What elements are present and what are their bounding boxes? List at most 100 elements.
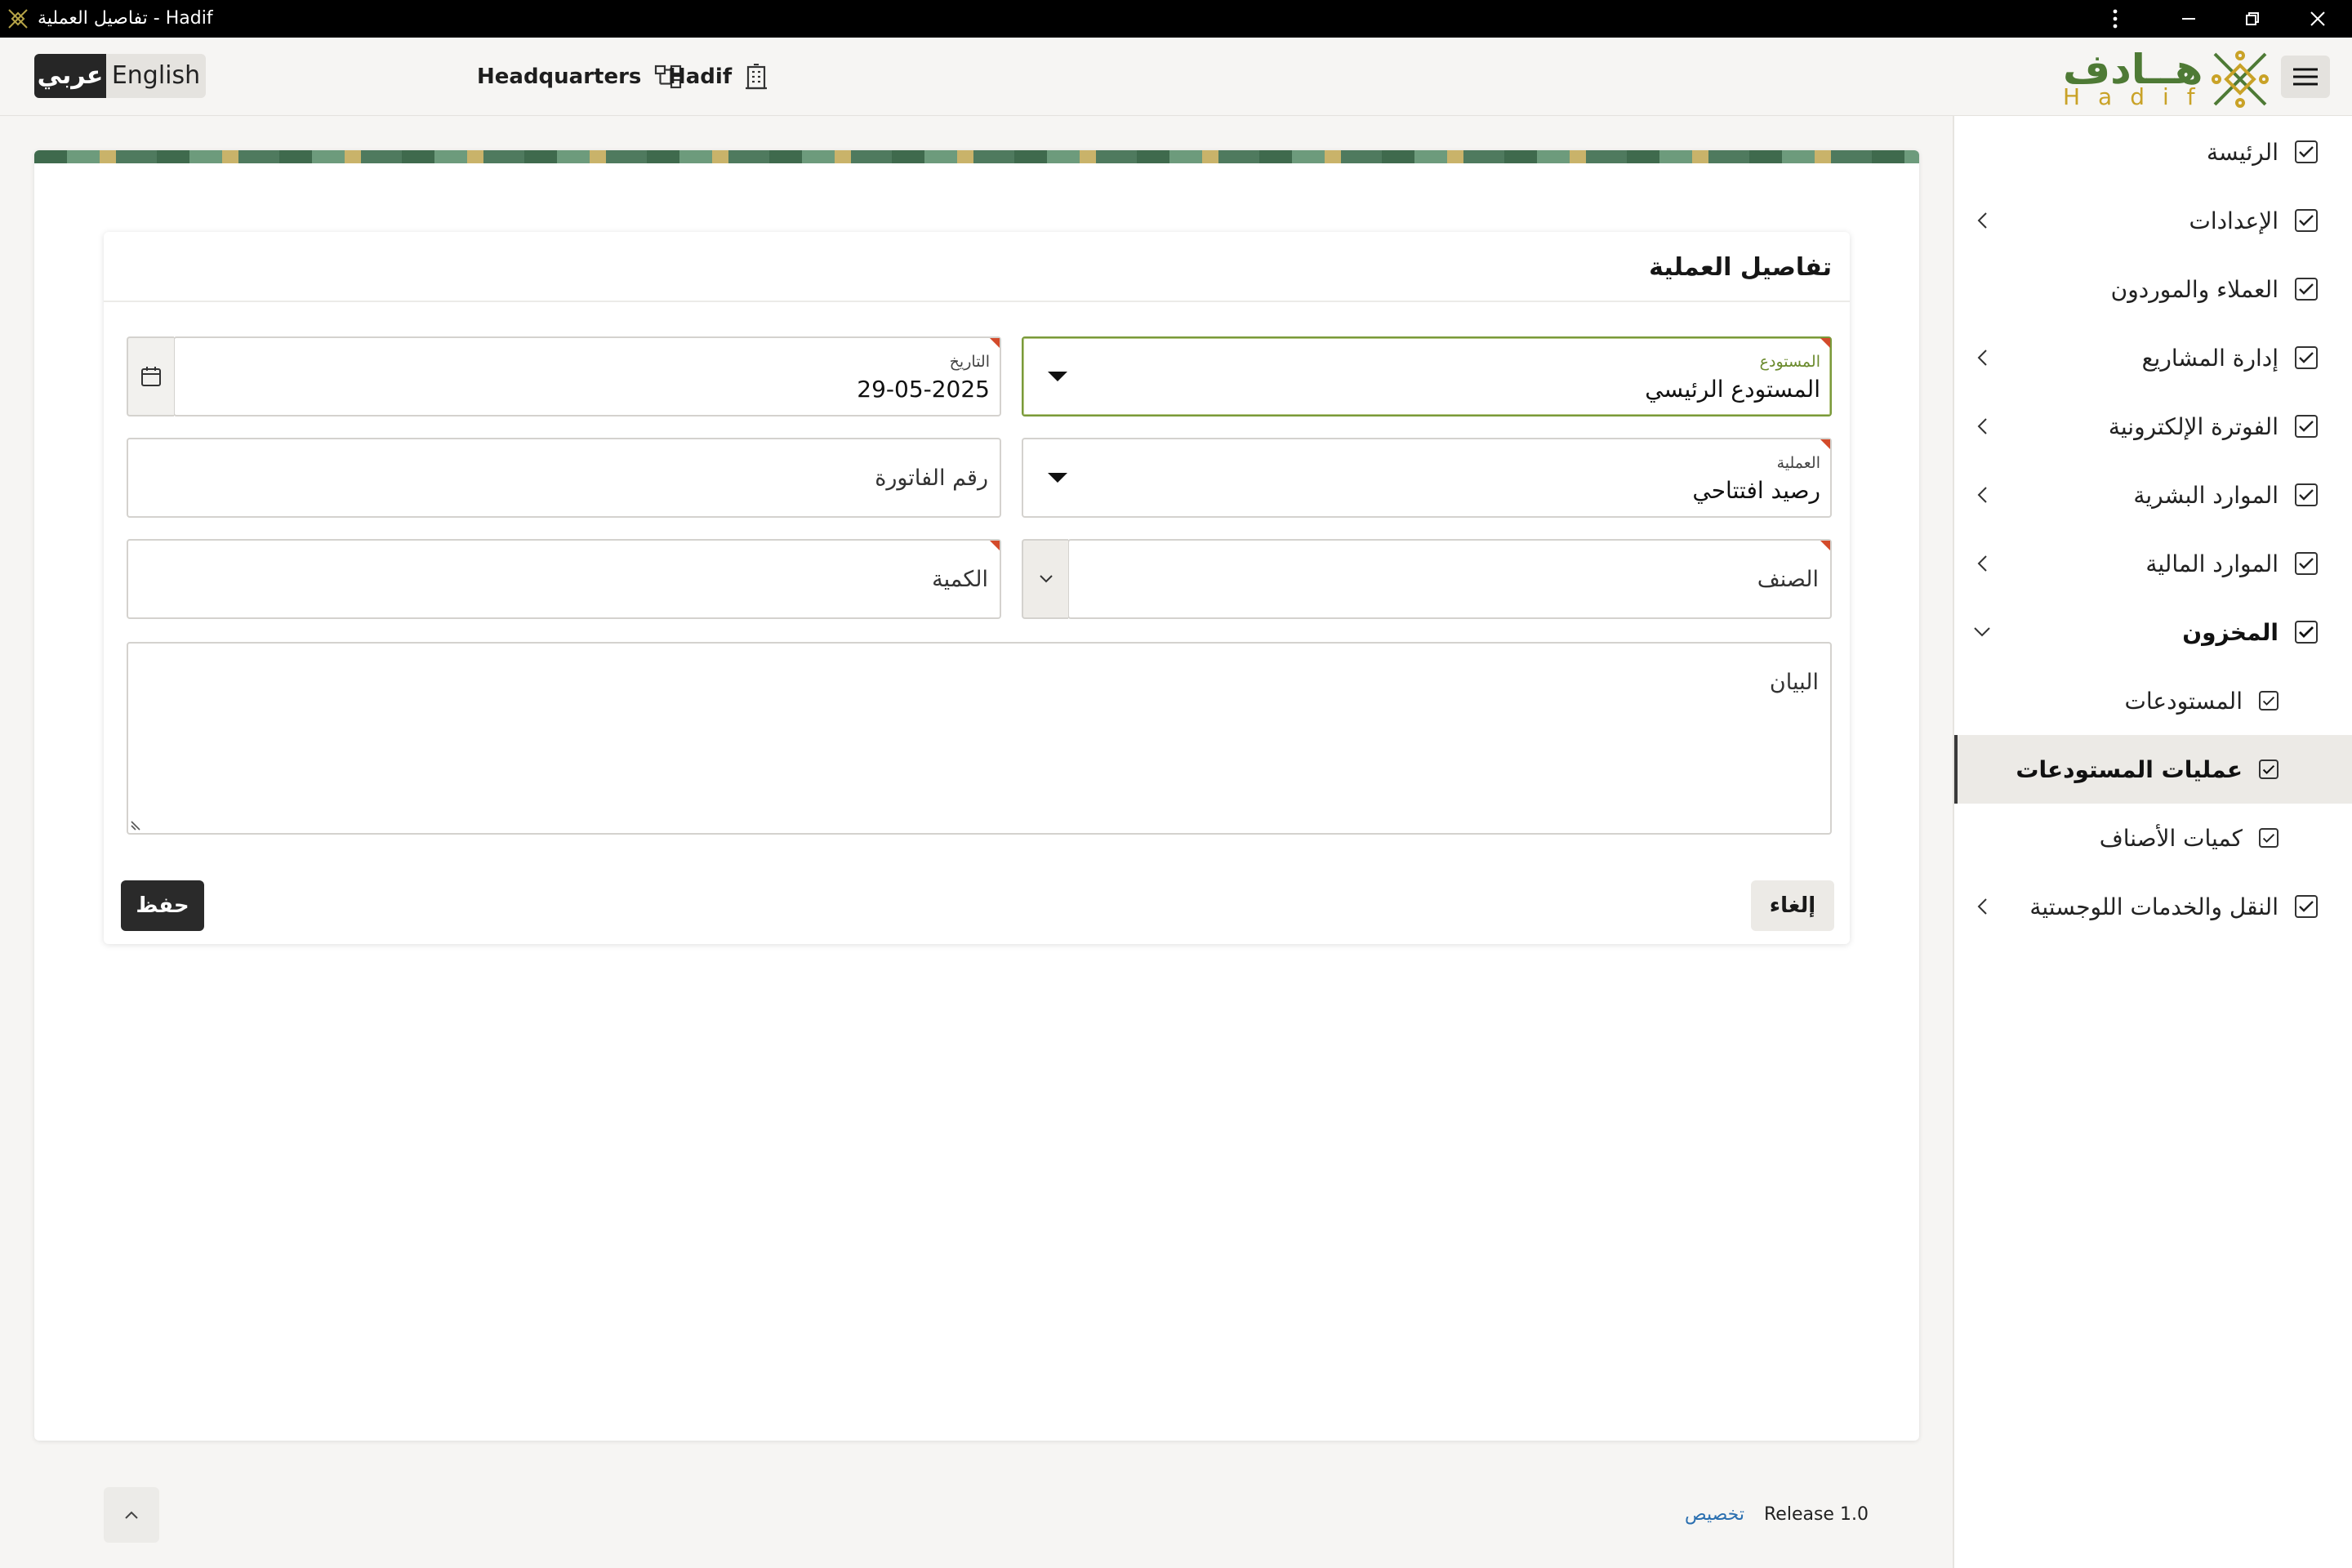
sidebar-item-label: كميات الأصناف xyxy=(2099,824,2243,852)
date-value: 29-05-2025 xyxy=(857,376,990,403)
language-switch: عربي English xyxy=(34,54,206,98)
save-button[interactable]: حفظ xyxy=(121,880,204,931)
building-icon xyxy=(746,64,768,90)
decorative-banner xyxy=(34,150,1919,163)
headquarters-selector[interactable]: Headquarters xyxy=(477,59,682,95)
sidebar-item-label: عمليات المستودعات xyxy=(2016,755,2243,783)
window-title-bar: تفاصيل العملية - Hadif xyxy=(0,0,2352,38)
warehouse-select[interactable]: المستودع المستودع الرئيسي xyxy=(1022,336,1832,416)
card-title: تفاصيل العملية xyxy=(1649,253,1832,282)
checkbox-icon xyxy=(2259,691,2278,710)
checkbox-icon xyxy=(2259,828,2278,848)
sidebar-item-inventory[interactable]: المخزون xyxy=(1954,598,2352,666)
sidebar-item-warehouses[interactable]: المستودعات xyxy=(1954,666,2352,735)
checkbox-icon xyxy=(2295,895,2318,918)
app-header: عربي English Headquarters Hadif هــادف H… xyxy=(0,38,2352,116)
more-options-button[interactable] xyxy=(2081,0,2149,38)
lang-arabic-button[interactable]: عربي xyxy=(34,54,106,98)
app-logo-icon xyxy=(8,9,28,29)
menu-icon xyxy=(2293,68,2318,86)
dropdown-arrow-icon xyxy=(1048,372,1067,381)
headquarters-label: Headquarters xyxy=(477,65,642,89)
sidebar-item-human-resources[interactable]: الموارد البشرية xyxy=(1954,461,2352,529)
item-placeholder: الصنف xyxy=(1757,566,1819,592)
description-placeholder: البيان xyxy=(1769,670,1819,695)
brand-logo: هــادف Hadif xyxy=(2058,46,2272,110)
restore-button[interactable] xyxy=(2218,0,2287,38)
checkbox-icon xyxy=(2295,140,2318,163)
sidebar-item-warehouse-operations[interactable]: عمليات المستودعات xyxy=(1954,735,2352,804)
chevron-down-icon xyxy=(1039,575,1053,583)
checkbox-icon xyxy=(2295,621,2318,644)
chevron-left-icon xyxy=(1969,413,1995,439)
operation-details-card: تفاصيل العملية المستودع المستودع الرئيسي… xyxy=(104,232,1850,944)
lang-english-button[interactable]: English xyxy=(106,54,206,98)
operation-select[interactable]: العملية رصيد افتتاحي xyxy=(1022,438,1832,518)
calendar-icon xyxy=(141,367,161,386)
checkbox-icon xyxy=(2295,209,2318,232)
calendar-button[interactable] xyxy=(127,336,174,416)
sidebar-item-label: المستودعات xyxy=(2124,687,2243,715)
brand-latin-text: Hadif xyxy=(2063,83,2213,110)
hamburger-menu-button[interactable] xyxy=(2281,56,2330,98)
operation-value: رصيد افتتاحي xyxy=(1692,477,1820,504)
checkbox-icon xyxy=(2259,760,2278,779)
scroll-to-top-button[interactable] xyxy=(104,1487,159,1543)
sidebar-item-label: النقل والخدمات اللوجستية xyxy=(2029,893,2278,920)
chevron-left-icon xyxy=(1969,482,1995,508)
restore-icon xyxy=(2246,12,2259,25)
sidebar-item-label: الموارد البشرية xyxy=(2133,481,2278,509)
item-combobox[interactable]: الصنف xyxy=(1067,539,1832,619)
sidebar-item-settings[interactable]: الإعدادات xyxy=(1954,186,2352,255)
checkbox-icon xyxy=(2295,415,2318,438)
close-window-button[interactable] xyxy=(2283,0,2352,38)
sidebar-item-label: الموارد المالية xyxy=(2145,550,2278,577)
cancel-button[interactable]: إلغاء xyxy=(1751,880,1834,931)
sidebar-item-customers-suppliers[interactable]: العملاء والموردون xyxy=(1954,255,2352,323)
customize-link[interactable]: تخصيص xyxy=(1685,1504,1744,1525)
date-label: التاريخ xyxy=(949,353,990,371)
sidebar-item-label: العملاء والموردون xyxy=(2110,275,2278,303)
item-dropdown-button[interactable] xyxy=(1022,539,1068,619)
more-vert-icon xyxy=(2113,9,2118,29)
description-textarea[interactable]: البيان xyxy=(127,642,1832,835)
chevron-up-icon xyxy=(125,1511,138,1519)
release-version: Release 1.0 xyxy=(1764,1504,1869,1525)
invoice-number-input[interactable]: رقم الفاتورة xyxy=(127,438,1001,518)
main-content-panel: تفاصيل العملية المستودع المستودع الرئيسي… xyxy=(34,150,1919,1441)
chevron-left-icon xyxy=(1969,345,1995,371)
chevron-down-icon xyxy=(1969,619,1995,645)
close-icon xyxy=(2310,11,2325,26)
minimize-button[interactable] xyxy=(2154,0,2223,38)
checkbox-icon xyxy=(2295,278,2318,301)
checkbox-icon xyxy=(2295,483,2318,506)
sidebar-item-e-invoicing[interactable]: الفوترة الإلكترونية xyxy=(1954,392,2352,461)
checkbox-icon xyxy=(2295,346,2318,369)
warehouse-value: المستودع الرئيسي xyxy=(1645,376,1820,403)
sidebar-nav: الرئيسة الإعدادات العملاء والموردون إدار… xyxy=(1953,116,2352,1568)
chevron-left-icon xyxy=(1969,207,1995,234)
card-divider xyxy=(104,301,1850,302)
date-field[interactable]: التاريخ 29-05-2025 xyxy=(173,336,1001,416)
sidebar-item-label: المخزون xyxy=(2182,618,2278,646)
chevron-left-icon xyxy=(1969,550,1995,577)
sidebar-item-label: الفوترة الإلكترونية xyxy=(2108,412,2278,440)
dropdown-arrow-icon xyxy=(1048,473,1067,483)
quantity-placeholder: الكمية xyxy=(932,566,988,592)
sidebar-item-label: إدارة المشاريع xyxy=(2141,344,2278,372)
operation-label: العملية xyxy=(1776,454,1820,472)
resize-grip-icon[interactable] xyxy=(130,818,143,831)
sidebar-item-label: الإعدادات xyxy=(2189,207,2278,234)
company-label: Hadif xyxy=(668,65,733,89)
company-selector[interactable]: Hadif xyxy=(668,59,768,95)
sidebar-item-transport-logistics[interactable]: النقل والخدمات اللوجستية xyxy=(1954,872,2352,941)
chevron-left-icon xyxy=(1969,893,1995,920)
sidebar-item-financial-resources[interactable]: الموارد المالية xyxy=(1954,529,2352,598)
quantity-input[interactable]: الكمية xyxy=(127,539,1001,619)
warehouse-label: المستودع xyxy=(1759,353,1820,371)
sidebar-item-home[interactable]: الرئيسة xyxy=(1954,118,2352,186)
sidebar-item-project-management[interactable]: إدارة المشاريع xyxy=(1954,323,2352,392)
window-title: تفاصيل العملية - Hadif xyxy=(38,8,213,29)
minimize-icon xyxy=(2182,18,2195,20)
sidebar-item-item-quantities[interactable]: كميات الأصناف xyxy=(1954,804,2352,872)
